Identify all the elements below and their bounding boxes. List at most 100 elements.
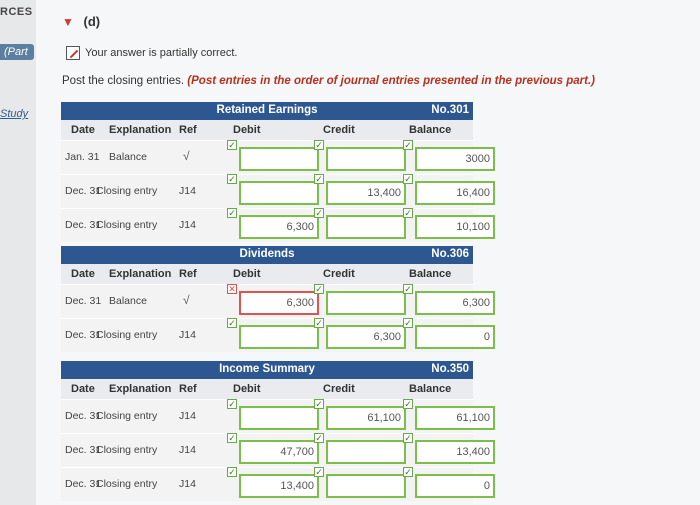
column-header-debit: Debit (233, 124, 261, 136)
row-explanation: Closing entry (96, 329, 158, 341)
debit-field[interactable] (239, 474, 319, 498)
ledger-row: Dec. 31Closing entryJ14✓✓✓ (61, 433, 495, 467)
instructions-emphasis: (Post entries in the order of journal en… (187, 75, 595, 87)
correct-mark-icon: ✓ (227, 399, 237, 409)
correct-mark-icon: ✓ (314, 174, 324, 184)
row-ref: J14 (179, 478, 196, 490)
ledger-row: Dec. 31Closing entryJ14✓✓✓ (61, 208, 495, 242)
account-number: No.301 (431, 104, 469, 116)
correct-mark-icon: ✓ (403, 174, 413, 184)
credit-field[interactable] (326, 474, 406, 498)
credit-field[interactable] (326, 215, 406, 239)
section-heading[interactable]: ▼ (d) (62, 14, 100, 29)
partially-correct-icon (66, 46, 80, 60)
correct-mark-icon: ✓ (403, 284, 413, 294)
column-header-ref: Ref (179, 124, 197, 136)
column-header-date: Date (71, 268, 95, 280)
debit-field[interactable] (239, 325, 319, 349)
ledger-row: Dec. 31Closing entryJ14✓✓✓ (61, 467, 495, 501)
instructions-plain: Post the closing entries. (62, 75, 185, 87)
row-ref: J14 (179, 329, 196, 341)
correct-mark-icon: ✓ (314, 433, 324, 443)
debit-field[interactable] (239, 406, 319, 430)
main-content: ▼ (d) Your answer is partially correct. … (36, 0, 700, 505)
balance-field[interactable] (415, 215, 495, 239)
column-headers: Date Explanation Ref Debit Credit Balance (61, 264, 473, 284)
correct-mark-icon: ✓ (227, 318, 237, 328)
ledger-row: Jan. 31 Balance √ ✓ ✓ ✓ (61, 140, 495, 174)
credit-field[interactable] (326, 440, 406, 464)
row-ref: J14 (179, 444, 196, 456)
instructions: Post the closing entries. (Post entries … (62, 75, 595, 87)
sidebar-part-tab[interactable]: (Part (0, 44, 34, 60)
credit-field[interactable] (326, 181, 406, 205)
row-explanation: Closing entry (96, 219, 158, 231)
row-date: Dec. 31 (65, 295, 102, 307)
row-explanation: Balance (109, 295, 147, 307)
left-sidebar: RCES (Part Study (0, 0, 36, 505)
account-number: No.306 (431, 248, 469, 260)
correct-mark-icon: ✓ (314, 467, 324, 477)
correct-mark-icon: ✓ (314, 399, 324, 409)
correct-mark-icon: ✓ (227, 208, 237, 218)
column-header-date: Date (71, 124, 95, 136)
correct-mark-icon: ✓ (227, 174, 237, 184)
column-header-explanation: Explanation (109, 124, 172, 136)
credit-field[interactable] (326, 147, 406, 171)
section-label: (d) (83, 14, 101, 29)
column-headers: Date Explanation Ref Debit Credit Balance (61, 379, 473, 399)
correct-mark-icon: ✓ (403, 433, 413, 443)
column-header-credit: Credit (323, 383, 355, 395)
row-ref: J14 (179, 410, 196, 422)
correct-mark-icon: ✓ (314, 284, 324, 294)
balance-field[interactable] (415, 474, 495, 498)
balance-field[interactable] (415, 291, 495, 315)
answer-status: Your answer is partially correct. (66, 46, 237, 60)
correct-mark-icon: ✓ (403, 467, 413, 477)
column-header-ref: Ref (179, 383, 197, 395)
debit-field[interactable] (239, 181, 319, 205)
debit-field[interactable] (239, 291, 319, 315)
account-name: Retained Earnings (216, 104, 318, 116)
debit-field[interactable] (239, 215, 319, 239)
column-header-balance: Balance (409, 124, 452, 136)
row-date: Jan. 31 (65, 151, 100, 163)
ledger-header: Dividends No.306 (61, 246, 473, 264)
ledger-row: Dec. 31Closing entryJ14✓✓✓ (61, 399, 495, 433)
account-number: No.350 (431, 363, 469, 375)
sidebar-sources-label: RCES (0, 6, 33, 18)
ledger-1: Dividends No.306 Date Explanation Ref Debit Cr… (61, 246, 495, 352)
ledger-header: Retained Earnings No.301 (61, 102, 473, 120)
collapse-triangle-icon[interactable]: ▼ (62, 15, 74, 29)
posting-check-icon: √ (183, 293, 190, 307)
balance-field[interactable] (415, 325, 495, 349)
credit-field[interactable] (326, 291, 406, 315)
correct-mark-icon: ✓ (227, 433, 237, 443)
row-ref: J14 (179, 185, 196, 197)
posting-check-icon: √ (183, 149, 190, 163)
balance-field[interactable] (415, 406, 495, 430)
column-header-balance: Balance (409, 268, 452, 280)
account-name: Income Summary (219, 363, 315, 375)
debit-field[interactable] (239, 440, 319, 464)
credit-field[interactable] (326, 406, 406, 430)
correct-mark-icon: ✓ (314, 140, 324, 150)
column-header-explanation: Explanation (109, 268, 172, 280)
ledger-0: Retained Earnings No.301 Date Explanation Re… (61, 102, 495, 242)
status-text: Your answer is partially correct. (85, 47, 238, 59)
balance-field[interactable] (415, 147, 495, 171)
balance-field[interactable] (415, 440, 495, 464)
column-header-debit: Debit (233, 383, 261, 395)
balance-field[interactable] (415, 181, 495, 205)
correct-mark-icon: ✓ (314, 208, 324, 218)
column-header-credit: Credit (323, 124, 355, 136)
credit-field[interactable] (326, 325, 406, 349)
row-explanation: Closing entry (96, 410, 158, 422)
account-name: Dividends (239, 248, 295, 260)
debit-field[interactable] (239, 147, 319, 171)
column-header-date: Date (71, 383, 95, 395)
correct-mark-icon: ✓ (403, 399, 413, 409)
sidebar-study-link[interactable]: Study (0, 108, 28, 120)
ledger-row: Dec. 31Closing entryJ14✓✓✓ (61, 174, 495, 208)
ledger-2: Income Summary No.350 Date Explanation Ref De… (61, 361, 495, 501)
